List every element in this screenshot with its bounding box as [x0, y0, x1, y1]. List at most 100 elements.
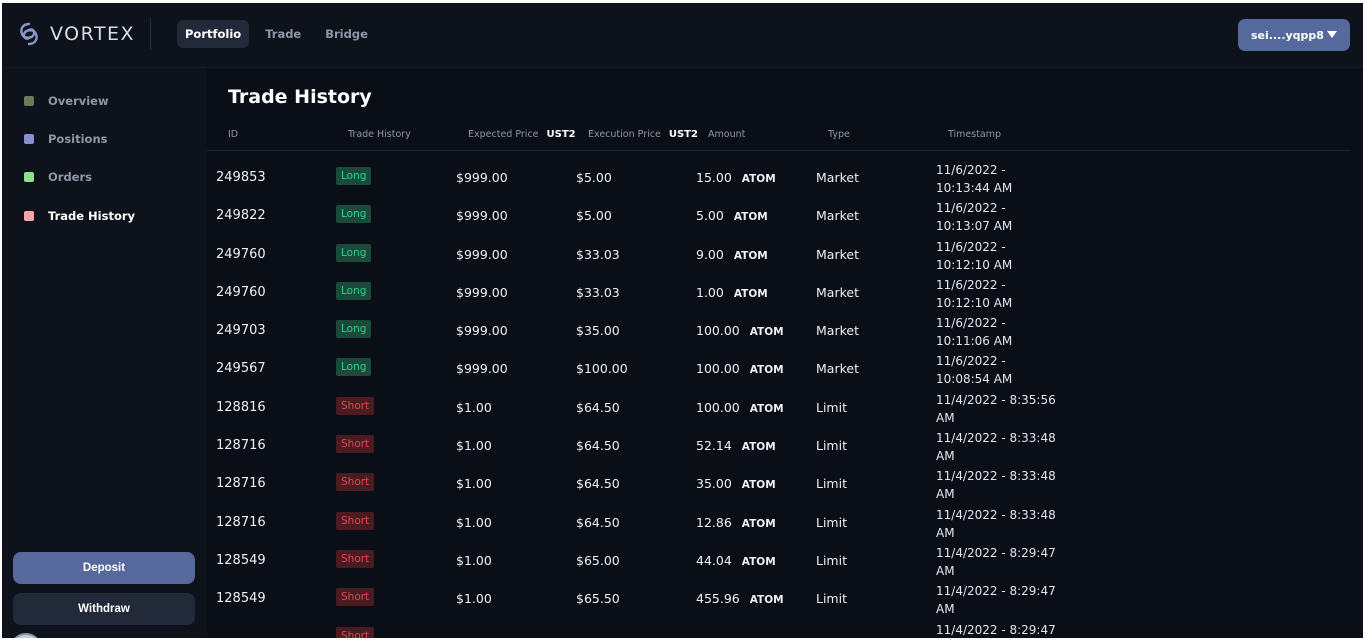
nav-bridge[interactable]: Bridge: [317, 20, 376, 48]
order-type: Limit: [816, 476, 847, 492]
execution-price: $33.03: [576, 246, 620, 262]
asset-symbol: ATOM: [749, 402, 784, 415]
timestamp: 11/4/2022 - 8:29:47 AM: [936, 545, 1056, 578]
execution-price: $65.50: [576, 591, 620, 607]
amount: 9.00 ATOM: [696, 247, 768, 262]
amount-value: 12.86: [696, 514, 732, 530]
column-header-id: ID: [228, 129, 239, 140]
trade-history-dot-icon: [24, 211, 34, 221]
sidebar-item-trade-history[interactable]: Trade History: [24, 209, 135, 223]
asset-symbol: ATOM: [749, 364, 784, 377]
amount: 100.00 ATOM: [696, 323, 784, 338]
amount: 100.00 ATOM: [696, 400, 784, 415]
order-type: Limit: [816, 514, 847, 530]
wallet-button[interactable]: sei....yqpp8: [1238, 19, 1350, 51]
table-row[interactable]: 128716 Short $1.00 $64.50 35.00 ATOM Limit 11/4…: [207, 464, 1363, 502]
table-row[interactable]: 128549 Short $1.00 $65.50 455.96 ATOM Limit 11/…: [207, 579, 1363, 617]
asset-symbol: ATOM: [741, 441, 776, 454]
sidebar-item-orders[interactable]: Orders: [24, 170, 92, 184]
amount: 1.00 ATOM: [696, 285, 768, 300]
table-row[interactable]: 249760 Long $999.00 $33.03 9.00 ATOM Market 11/…: [207, 235, 1363, 273]
asset-symbol: ATOM: [741, 479, 776, 492]
side-badge: Long: [336, 281, 372, 300]
table-row[interactable]: Short 11/4/2022 - 8:29:47: [207, 618, 1363, 640]
order-type: Limit: [816, 438, 847, 454]
avatar[interactable]: [10, 633, 42, 640]
order-type: Market: [816, 284, 859, 300]
column-header-amount: Amount: [708, 129, 746, 140]
table-row[interactable]: 249822 Long $999.00 $5.00 5.00 ATOM Market 11/6…: [207, 196, 1363, 234]
nav-trade[interactable]: Trade: [257, 20, 309, 48]
logo[interactable]: VORTEX: [18, 22, 135, 46]
asset-symbol: ATOM: [741, 555, 776, 568]
timestamp: 11/4/2022 - 8:33:48 AM: [936, 507, 1056, 540]
page-title: Trade History: [228, 86, 372, 108]
asset-symbol: ATOM: [749, 594, 784, 607]
timestamp: 11/4/2022 - 8:35:56 AM: [936, 392, 1056, 425]
withdraw-button[interactable]: Withdraw: [13, 593, 195, 625]
amount: [696, 630, 706, 640]
sidebar-item-label: Positions: [48, 132, 108, 146]
wallet-address: sei....yqpp8: [1251, 28, 1324, 42]
table-row[interactable]: 249760 Long $999.00 $33.03 1.00 ATOM Market 11/…: [207, 273, 1363, 311]
timestamp: 11/4/2022 - 8:29:47: [936, 622, 1056, 637]
asset-symbol: ATOM: [733, 287, 768, 300]
deposit-button[interactable]: Deposit: [13, 552, 195, 584]
trade-id: 249760: [216, 284, 266, 300]
expected-price-unit: UST2: [546, 129, 576, 140]
sidebar-item-label: Orders: [48, 170, 92, 184]
amount: 52.14 ATOM: [696, 438, 776, 453]
table-row[interactable]: 249703 Long $999.00 $35.00 100.00 ATOM Market 1…: [207, 311, 1363, 349]
logo-text: VORTEX: [50, 23, 136, 45]
sidebar-item-overview[interactable]: Overview: [24, 94, 109, 108]
expected-price: $999.00: [456, 284, 508, 300]
table-row[interactable]: 128716 Short $1.00 $64.50 12.86 ATOM Limit 11/4…: [207, 503, 1363, 541]
trade-id: 249760: [216, 246, 266, 262]
expected-price: $1.00: [456, 399, 492, 415]
table-row[interactable]: 249853 Long $999.00 $5.00 15.00 ATOM Market 11/…: [207, 158, 1363, 196]
asset-symbol: ATOM: [749, 326, 784, 339]
amount: 35.00 ATOM: [696, 476, 776, 491]
sidebar: Overview Positions Orders Trade History …: [0, 68, 207, 640]
expected-price: $999.00: [456, 361, 508, 377]
order-type: Limit: [816, 399, 847, 415]
amount-value: 100.00: [696, 323, 740, 339]
execution-price: $64.50: [576, 476, 620, 492]
order-type: Market: [816, 246, 859, 262]
timestamp: 11/6/2022 - 10:12:10 AM: [936, 239, 1013, 272]
column-header-expected-price: Expected Price UST2: [468, 129, 576, 140]
asset-symbol: ATOM: [741, 173, 776, 185]
table-row[interactable]: 128816 Short $1.00 $64.50 100.00 ATOM Limit 11/…: [207, 388, 1363, 426]
column-header-type: Type: [828, 129, 850, 140]
order-type: Limit: [816, 552, 847, 568]
table-row[interactable]: 128549 Short $1.00 $65.00 44.04 ATOM Limit 11/4…: [207, 541, 1363, 579]
order-type: Limit: [816, 591, 847, 607]
table-row[interactable]: 128716 Short $1.00 $64.50 52.14 ATOM Limit 11/4…: [207, 426, 1363, 464]
execution-price: $64.50: [576, 399, 620, 415]
table-row[interactable]: 249567 Long $999.00 $100.00 100.00 ATOM Market…: [207, 349, 1363, 387]
timestamp: 11/6/2022 - 10:11:06 AM: [936, 316, 1013, 349]
order-type: Market: [816, 361, 859, 377]
side-badge: Short: [336, 473, 375, 492]
column-header-label: Execution Price: [588, 129, 661, 140]
sidebar-item-label: Trade History: [48, 209, 136, 223]
overview-dot-icon: [24, 96, 34, 106]
expected-price: $1.00: [456, 552, 492, 568]
side-badge: Short: [336, 588, 375, 607]
trade-id: 249853: [216, 170, 266, 185]
execution-price-unit: UST2: [668, 129, 698, 140]
expected-price: $999.00: [456, 170, 508, 185]
timestamp: 11/6/2022 - 10:08:54 AM: [936, 354, 1013, 387]
amount-value: 455.96: [696, 591, 740, 607]
side-badge: Short: [336, 549, 375, 568]
sidebar-item-positions[interactable]: Positions: [24, 132, 108, 146]
amount-value: 15.00: [696, 170, 732, 185]
side-badge: Short: [336, 435, 375, 454]
nav-portfolio[interactable]: Portfolio: [177, 20, 250, 48]
column-header-execution-price: Execution Price UST2: [588, 129, 698, 140]
scrollbar-track[interactable]: [1351, 68, 1363, 640]
expected-price: $1.00: [456, 438, 492, 454]
order-type: Market: [816, 170, 859, 185]
trade-id: 128549: [216, 552, 266, 568]
timestamp: 11/4/2022 - 8:33:48 AM: [936, 431, 1056, 464]
